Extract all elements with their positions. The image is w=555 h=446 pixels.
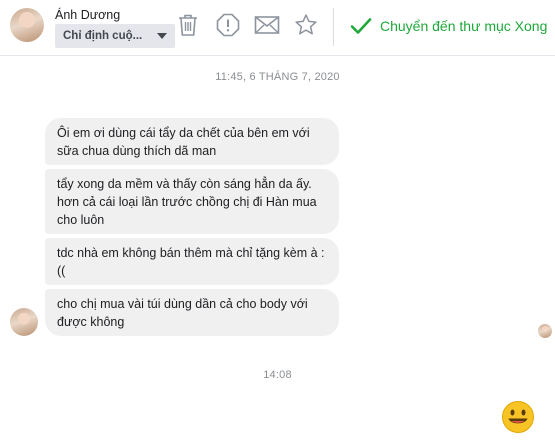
move-to-done-label: Chuyển đến thư mục Xong [380, 18, 548, 34]
thread-timestamp: 14:08 [263, 369, 292, 381]
envelope-icon [254, 16, 280, 34]
move-to-done-button[interactable]: Chuyển đến thư mục Xong [350, 15, 547, 37]
thread-timestamp: 11:45, 6 THÁNG 7, 2020 [215, 71, 340, 83]
emoji-button[interactable] [501, 400, 535, 434]
contact-avatar[interactable] [10, 8, 44, 42]
read-receipt-avatar [538, 324, 552, 338]
caret-down-icon [157, 33, 167, 39]
message-bubble[interactable]: cho chị mua vài túi dùng dần cả cho body… [45, 289, 339, 336]
sender-avatar[interactable] [10, 308, 38, 336]
smiley-emoji-icon [502, 401, 534, 433]
mark-unread-button[interactable] [254, 12, 280, 38]
star-button[interactable] [293, 12, 319, 38]
assign-dropdown[interactable]: Chỉ định cuộ... [55, 24, 175, 48]
star-icon [295, 14, 317, 35]
conversation-header: Ánh Dương Chỉ định cuộ... Chuyển đến thư… [0, 0, 555, 56]
message-bubble[interactable]: tẩy xong da mềm và thấy còn sáng hẳn da … [45, 169, 339, 234]
spam-button[interactable] [215, 12, 241, 38]
delete-button[interactable] [175, 12, 201, 38]
message-bubble[interactable]: Ôi em ơi dùng cái tẩy da chết của bên em… [45, 118, 339, 165]
message-bubble[interactable]: tdc nhà em không bán thêm mà chỉ tặng kè… [45, 238, 339, 285]
contact-name[interactable]: Ánh Dương [55, 8, 120, 22]
assign-dropdown-label: Chỉ định cuộ... [63, 30, 143, 42]
header-divider [333, 8, 334, 46]
trash-icon [179, 14, 197, 36]
checkmark-icon [350, 18, 372, 34]
alert-icon [216, 13, 240, 37]
